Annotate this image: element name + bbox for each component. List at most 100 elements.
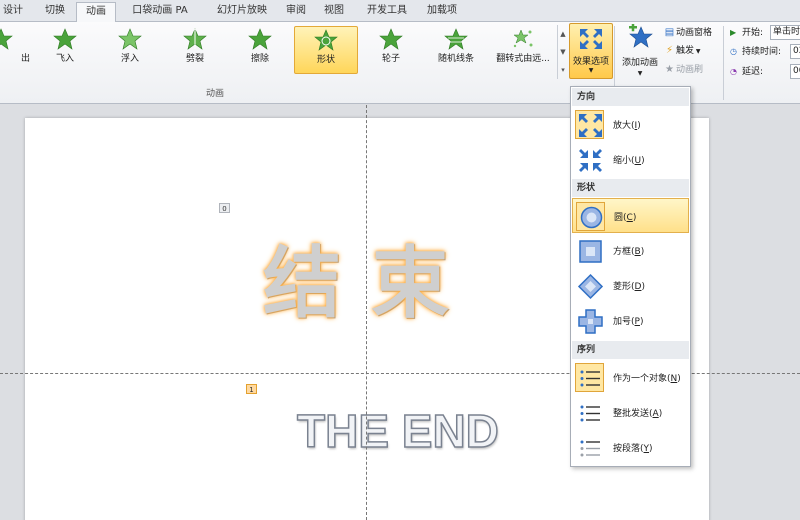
gallery-item-label: 随机线条 <box>437 54 474 64</box>
icon-box <box>575 433 604 462</box>
trigger-button[interactable]: ⚡ 触发 ▼ <box>663 43 701 59</box>
icon-box <box>575 145 604 174</box>
duration-input[interactable]: 02 <box>790 44 800 59</box>
green-star-icon <box>314 29 338 51</box>
trigger-label: 触发 <box>676 46 695 56</box>
plus-shape-icon <box>578 309 603 334</box>
animation-order-marker[interactable]: 0 <box>219 203 230 213</box>
gallery-item-shape[interactable]: 形状 <box>294 26 358 74</box>
tab-animations[interactable]: 动画 <box>76 2 116 23</box>
option-diamond[interactable]: 菱形(D) <box>572 268 689 303</box>
chevron-down-icon: ▼ <box>637 70 643 77</box>
gallery-item-wipe[interactable]: 擦除 <box>229 26 291 74</box>
option-circle[interactable]: 圆(C) <box>572 198 689 233</box>
tab-pocket-animation[interactable]: 口袋动画 PA <box>124 2 196 22</box>
clock-icon: ◷ <box>730 47 737 56</box>
effect-options-label: 效果选项 <box>572 57 609 67</box>
icon-box <box>575 306 604 335</box>
gallery-item-label: 飞入 <box>55 54 74 64</box>
scroll-down-icon[interactable]: ▼ <box>558 43 568 61</box>
tab-transitions[interactable]: 切换 <box>38 2 72 22</box>
animation-order-marker[interactable]: 1 <box>246 384 257 394</box>
animation-pane-button[interactable]: ▤ 动画窗格 <box>663 25 712 41</box>
slide-title[interactable]: 结束 <box>263 221 543 333</box>
option-label: 按段落(Y) <box>613 444 653 454</box>
ribbon-tab-bar: 设计 切换 动画 口袋动画 PA 幻灯片放映 审阅 视图 开发工具 加载项 <box>0 0 800 23</box>
icon-box <box>576 202 605 231</box>
option-zoom-out[interactable]: 缩小(U) <box>572 142 689 177</box>
gallery-item-label: 浮入 <box>120 54 139 64</box>
option-label: 加号(P) <box>613 317 644 327</box>
option-zoom-in[interactable]: 放大(I) <box>572 107 689 142</box>
gallery-more-icon[interactable]: ▾ <box>558 61 568 79</box>
duration-label: 持续时间: <box>742 47 782 57</box>
gallery-item-label: 劈裂 <box>185 54 204 64</box>
icon-box <box>575 398 604 427</box>
gallery-item-appear[interactable]: 出 <box>0 26 32 74</box>
tab-slide-show[interactable]: 幻灯片放映 <box>210 2 274 22</box>
icon-box <box>575 271 604 300</box>
slide-subtitle[interactable]: THE END <box>296 404 499 458</box>
gallery-item-random-bars[interactable]: 随机线条 <box>425 26 487 74</box>
start-select[interactable]: 单击时 <box>770 25 800 40</box>
delay-label: 延迟: <box>742 67 764 77</box>
effect-options-dropdown: 方向 放大(I) 缩小(U) 形状 圆(C) 方框(B) 菱形(D) 加号(P)… <box>570 86 691 467</box>
tab-view[interactable]: 视图 <box>320 2 348 22</box>
gallery-scrollbar[interactable]: ▲ ▼ ▾ <box>557 25 568 79</box>
chevron-down-icon: ▼ <box>588 67 594 74</box>
zoom-in-arrows-icon <box>579 114 602 137</box>
add-animation-label: 添加动画 <box>621 58 658 68</box>
gallery-item-label: 擦除 <box>250 54 269 64</box>
sequence-by-paragraph-icon <box>580 440 600 457</box>
chevron-down-icon: ▼ <box>694 48 701 55</box>
tab-add-ins[interactable]: 加载项 <box>422 2 462 22</box>
delay-input[interactable]: 00 <box>790 64 800 79</box>
green-star-icon <box>53 28 77 50</box>
scroll-up-icon[interactable]: ▲ <box>558 25 568 43</box>
section-header-shape: 形状 <box>572 179 689 197</box>
option-label: 方框(B) <box>613 247 645 257</box>
diamond-shape-icon <box>577 273 604 300</box>
gallery-item-label: 轮子 <box>381 54 400 64</box>
tab-review[interactable]: 审阅 <box>282 2 310 22</box>
green-star-icon <box>183 28 207 50</box>
option-as-one-object[interactable]: 作为一个对象(N) <box>572 360 689 395</box>
tab-developer[interactable]: 开发工具 <box>362 2 412 22</box>
green-star-icon <box>248 28 272 50</box>
option-plus[interactable]: 加号(P) <box>572 303 689 338</box>
green-star-icon <box>0 28 13 50</box>
animation-painter-label: 动画刷 <box>676 65 704 75</box>
effect-options-button[interactable]: 效果选项 ▼ <box>569 23 613 79</box>
animation-painter-button[interactable]: ★ 动画刷 <box>663 62 703 78</box>
timing-delay-row: ◔ 延迟: 00 <box>730 63 800 81</box>
add-animation-button[interactable]: 添加动画 ▼ <box>618 23 662 80</box>
sequence-one-object-icon <box>580 370 600 387</box>
option-label: 圆(C) <box>614 213 637 223</box>
option-label: 整批发送(A) <box>613 409 663 419</box>
ribbon-separator <box>723 26 724 100</box>
vertical-guide[interactable] <box>366 105 367 520</box>
scattered-star-icon <box>513 29 533 48</box>
option-label: 放大(I) <box>613 121 641 131</box>
tab-design[interactable]: 设计 <box>0 2 26 22</box>
gallery-item-split[interactable]: 劈裂 <box>164 26 226 74</box>
play-icon: ▶ <box>730 28 737 37</box>
group-label-animation: 动画 <box>206 89 225 99</box>
option-box[interactable]: 方框(B) <box>572 233 689 268</box>
animation-pane-label: 动画窗格 <box>676 28 713 38</box>
zoom-out-arrows-icon <box>579 149 602 172</box>
timing-start-row: ▶ 开始: 单击时 <box>730 24 800 42</box>
option-by-paragraph[interactable]: 按段落(Y) <box>572 430 689 465</box>
gallery-item-flip-from-far[interactable]: 翻转式由远... <box>490 26 556 74</box>
circle-shape-icon <box>580 206 603 229</box>
lightning-icon: ⚡ <box>665 45 674 56</box>
gallery-item-float-in[interactable]: 浮入 <box>99 26 161 74</box>
gallery-item-wheel[interactable]: 轮子 <box>360 26 422 74</box>
option-label: 缩小(U) <box>613 156 645 166</box>
option-all-at-once[interactable]: 整批发送(A) <box>572 395 689 430</box>
gallery-item-fly-in[interactable]: 飞入 <box>34 26 96 74</box>
option-label: 菱形(D) <box>613 282 645 292</box>
effect-options-icon <box>580 29 602 49</box>
green-star-icon <box>379 28 403 50</box>
icon-box <box>575 110 604 139</box>
